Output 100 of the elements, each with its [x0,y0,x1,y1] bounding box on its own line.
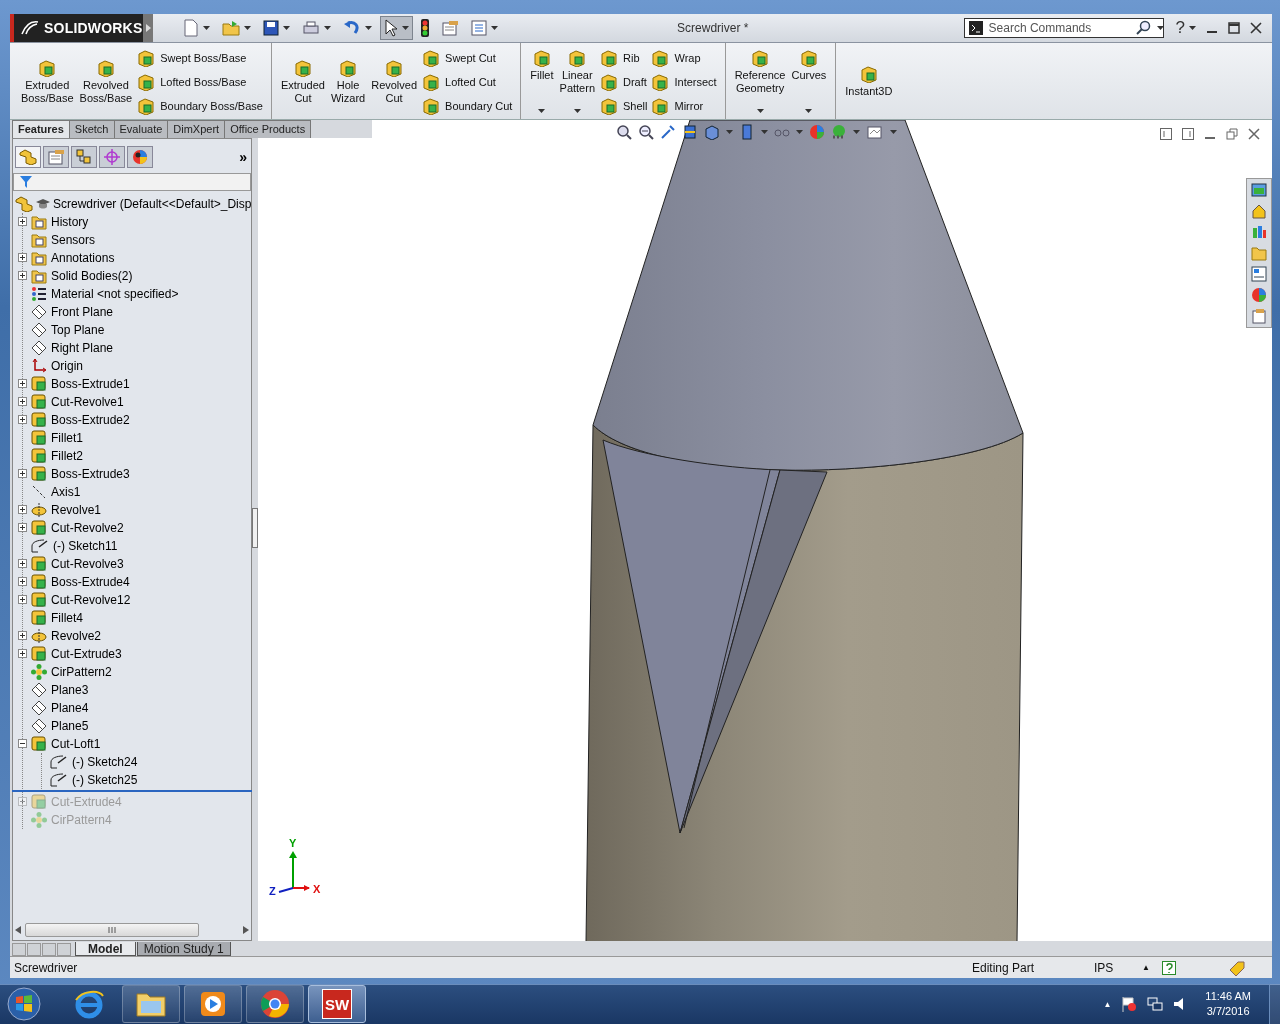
tree-item[interactable]: Boss-Extrude3 [51,466,130,481]
ribbon-button[interactable]: Curves [790,47,828,117]
tree-item[interactable]: (-) Sketch24 [72,754,138,769]
expand-icon[interactable] [18,379,27,389]
tree-item[interactable]: Fillet1 [51,430,83,445]
close-icon[interactable] [1248,127,1260,140]
taskbar-button[interactable]: SW [308,985,366,1023]
tree-item[interactable]: Cut-Loft1 [51,736,101,751]
tree-item[interactable]: Cut-Extrude3 [51,646,122,661]
ribbon-button[interactable]: Swept Cut [422,49,513,67]
library-icon[interactable] [1251,223,1267,240]
taskbar-button[interactable] [122,985,180,1023]
display-style-icon[interactable] [739,123,755,140]
tree-item[interactable]: Plane5 [51,718,89,733]
expand-icon[interactable] [18,469,27,479]
tree-item[interactable]: Origin [51,358,83,373]
expand-icon[interactable] [18,595,27,605]
ribbon-button[interactable]: Shell [600,96,648,115]
tree-item[interactable]: Revolve1 [51,502,102,517]
units-menu-button[interactable]: ▲ [1142,963,1162,972]
units-label[interactable]: IPS [1094,960,1142,975]
panel-tab[interactable] [71,145,97,168]
view-palette-icon[interactable] [1251,265,1267,282]
taskbar-button[interactable] [246,985,304,1023]
restore-icon[interactable] [1226,127,1238,140]
tree-item[interactable]: Front Plane [51,304,114,319]
zoom-area-icon[interactable] [638,123,654,140]
resources-icon[interactable] [1251,181,1267,198]
expand-icon[interactable] [18,577,27,587]
home-icon[interactable] [1251,202,1267,219]
tag-icon[interactable] [1228,959,1246,976]
flag-icon[interactable] [1121,996,1138,1012]
tree-item[interactable]: Cut-Revolve2 [51,520,124,535]
ribbon-button[interactable]: Boundary Cut [422,96,513,115]
ribbon-button[interactable]: Wrap [651,49,717,67]
filter-icon[interactable] [20,175,32,188]
ribbon-button[interactable]: Extruded Boss/Base [20,47,75,117]
tree-item[interactable]: Axis1 [51,484,81,499]
custom-properties-icon[interactable] [1251,307,1267,324]
ribbon-button[interactable]: Fillet [529,47,555,117]
help-button[interactable]: ? [1175,18,1185,38]
expand-icon[interactable] [18,649,27,659]
tree-item[interactable]: Fillet2 [51,448,83,463]
expand-icon[interactable] [18,631,27,641]
tree-item[interactable]: Plane3 [51,682,89,697]
app-logo[interactable]: SOLIDWORKS [10,14,143,42]
clock[interactable]: 11:46 AM 3/7/2016 [1205,989,1251,1019]
tree-item[interactable]: Boss-Extrude1 [51,376,130,391]
ribbon-button[interactable]: Revolved Boss/Base [78,47,134,117]
panel-tab[interactable] [127,145,153,168]
expand-icon[interactable] [18,505,27,515]
ribbon-button[interactable]: Instant3D [844,47,894,117]
document-tab[interactable]: Motion Study 1 [136,942,231,957]
tree-item[interactable]: Cut-Revolve3 [51,556,124,571]
tray-expand-button[interactable]: ▲ [1103,999,1112,1009]
previous-view-icon[interactable] [660,123,676,140]
ribbon-button[interactable]: Extruded Cut [279,47,326,117]
ribbon-button[interactable]: Reference Geometry [733,47,787,117]
maximize-icon[interactable] [1228,22,1240,34]
scroll-left-icon[interactable] [15,926,21,935]
taskbar-button[interactable] [184,985,242,1023]
ribbon-button[interactable]: Hole Wizard [329,47,367,117]
ribbon-button[interactable]: Intersect [651,72,717,91]
ribbon-button[interactable]: Swept Boss/Base [137,49,263,67]
ribbon-button[interactable]: Lofted Boss/Base [137,72,263,91]
document-tab[interactable]: Model [75,942,136,957]
tree-item[interactable]: Right Plane [51,340,114,355]
tree-item[interactable]: Plane4 [51,700,89,715]
tree-item[interactable]: Boss-Extrude4 [51,574,130,589]
start-button[interactable] [4,984,44,1024]
ribbon-button[interactable]: Revolved Cut [370,47,419,117]
tile-right-icon[interactable] [1182,127,1194,140]
menu-expand-button[interactable] [143,14,153,42]
toolbar-button[interactable] [380,16,413,40]
tree-item[interactable]: Boss-Extrude2 [51,412,130,427]
ribbon-button[interactable]: Mirror [651,96,717,115]
close-icon[interactable] [1250,22,1262,34]
network-icon[interactable] [1147,996,1164,1012]
tree-item[interactable]: Cut-Revolve1 [51,394,124,409]
tree-item[interactable]: Cut-Revolve12 [51,592,131,607]
scrollbar-thumb[interactable] [25,923,199,938]
tree-item[interactable]: Top Plane [51,322,105,337]
scroll-right-icon[interactable] [243,926,249,935]
expand-icon[interactable] [18,397,27,407]
more-tabs-button[interactable]: » [239,148,249,165]
tree-item[interactable]: (-) Sketch25 [72,772,138,787]
tree-root-item[interactable]: Screwdriver (Default<<Default>_Disp [53,196,251,211]
ribbon-button[interactable]: Linear Pattern [558,47,596,117]
view-orientation-icon[interactable] [704,123,720,140]
expand-icon[interactable] [18,415,27,425]
search-box[interactable]: Search Commands [963,18,1164,38]
tree-item[interactable]: Fillet4 [51,610,83,625]
tile-left-icon[interactable] [1160,127,1172,140]
ribbon-button[interactable]: Rib [600,49,648,67]
expand-icon[interactable] [18,559,27,569]
expand-icon[interactable] [18,271,27,281]
filter-field[interactable] [13,172,251,191]
tree-item[interactable]: Revolve2 [51,628,102,643]
tree-item[interactable]: CirPattern2 [51,664,112,679]
expand-icon[interactable] [18,523,27,533]
